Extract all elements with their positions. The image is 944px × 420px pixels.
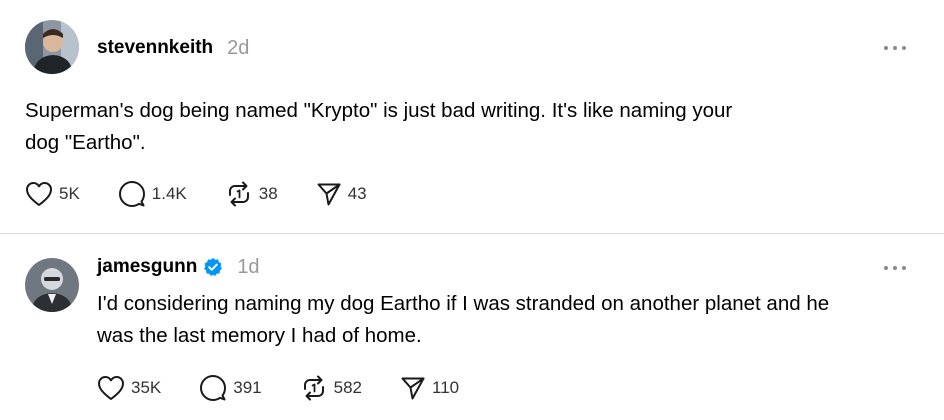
verified-badge-icon [203,257,223,277]
reply-button[interactable]: 1.4K [118,180,187,208]
reply-count: 391 [233,378,262,397]
send-icon [317,183,341,206]
comment-icon [200,375,227,401]
send-icon [401,377,425,400]
repost-icon [228,181,249,207]
thread-post: stevennkeith 2d Superman's dog being nam… [0,0,944,233]
reply-post: jamesgunn 1d I'd considering naming my d… [0,234,944,420]
username[interactable]: stevennkeith [97,37,213,59]
share-button[interactable]: 43 [316,181,367,207]
repost-button[interactable]: 582 [300,374,362,402]
repost-button[interactable]: 38 [225,180,278,208]
share-button[interactable]: 110 [400,375,459,401]
heart-icon [98,376,124,400]
post-actions: 35K 391 582 110 [97,373,497,403]
reply-count: 1.4K [151,184,187,203]
repost-icon [303,375,324,401]
like-count: 35K [131,378,162,397]
post-header: jamesgunn 1d [97,254,260,280]
heart-icon [26,182,52,206]
avatar[interactable] [25,20,79,74]
repost-count: 582 [333,378,362,397]
post-text: I'd considering naming my dog Eartho if … [97,292,830,347]
like-button[interactable]: 5K [25,181,80,207]
comment-icon [118,181,145,207]
username[interactable]: jamesgunn [97,256,197,278]
post-actions: 5K 1.4K 38 43 [25,179,405,209]
repost-count: 38 [258,184,278,203]
avatar[interactable] [25,258,79,312]
like-count: 5K [59,184,80,203]
more-options-icon[interactable] [884,45,906,51]
post-time[interactable]: 2d [227,37,249,60]
like-button[interactable]: 35K [97,375,161,401]
share-count: 110 [432,378,460,397]
more-options-icon[interactable] [884,265,906,271]
share-count: 43 [347,184,367,203]
post-header: stevennkeith 2d [97,35,249,61]
reply-button[interactable]: 391 [199,374,262,402]
post-text: Superman's dog being named "Krypto" is j… [25,99,733,154]
post-time[interactable]: 1d [237,256,259,279]
